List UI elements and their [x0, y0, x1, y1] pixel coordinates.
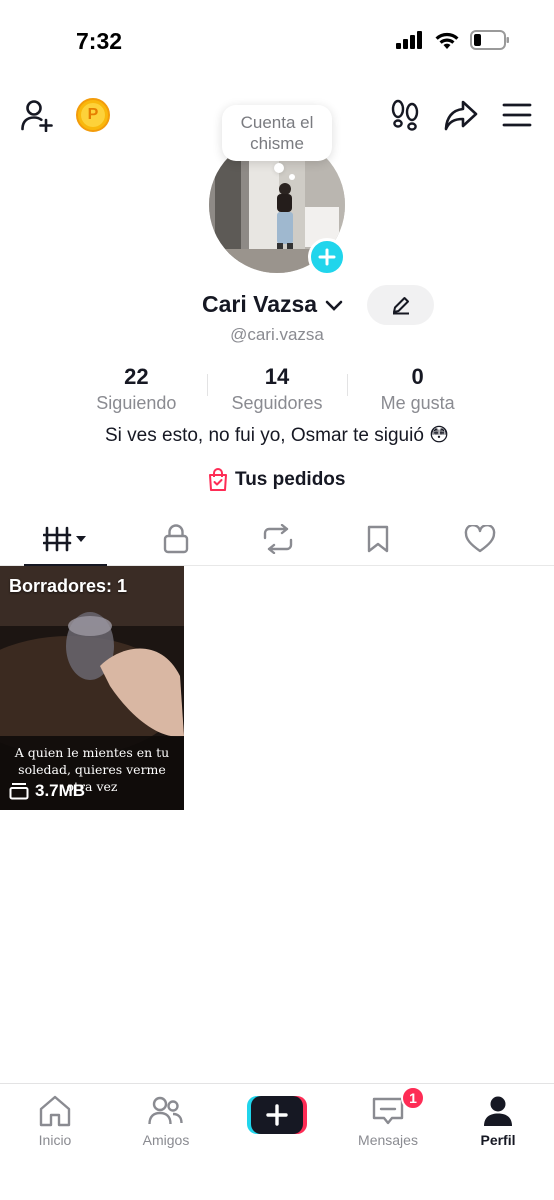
nav-label: Mensajes: [358, 1132, 418, 1148]
status-time: 7:32: [76, 28, 123, 54]
share-icon[interactable]: [441, 96, 481, 134]
stat-following[interactable]: 22 Siguiendo: [66, 364, 207, 414]
drafts-thumbnail[interactable]: Borradores: 1 A quien le mientes en tu s…: [0, 566, 184, 810]
notification-badge: 1: [401, 1086, 425, 1110]
stat-followers[interactable]: 14 Seguidores: [206, 364, 348, 414]
lock-icon: [163, 524, 189, 554]
pencil-icon: [392, 297, 409, 315]
wifi-icon: [435, 32, 459, 49]
folder-icon: [9, 783, 29, 800]
profile-note-bubble[interactable]: Cuenta el chisme: [222, 105, 332, 161]
bubble-tail-dot: [274, 163, 284, 173]
status-icons: [396, 30, 510, 50]
chevron-down-icon: [326, 300, 343, 311]
nav-label: Perfil: [480, 1132, 516, 1148]
nav-home[interactable]: Inicio: [5, 1094, 105, 1148]
plus-icon: [318, 248, 336, 266]
create-video-button[interactable]: [247, 1096, 307, 1134]
bubble-tail-dot-small: [289, 174, 295, 180]
friends-icon: [148, 1096, 183, 1125]
stat-value: 0: [411, 364, 424, 389]
profile-icon: [484, 1096, 512, 1126]
nav-profile[interactable]: Perfil: [448, 1094, 548, 1148]
draft-size-value: 3.7MB: [35, 781, 86, 800]
coins-icon[interactable]: P: [76, 98, 110, 132]
stat-label: Siguiendo: [96, 393, 177, 413]
nav-label: Inicio: [38, 1132, 72, 1148]
profile-stats: 22 Siguiendo 14 Seguidores 0 Me gusta: [66, 364, 488, 414]
edit-profile-button[interactable]: [367, 285, 434, 325]
tab-favorites[interactable]: [348, 514, 408, 564]
tab-reposts[interactable]: [248, 514, 308, 564]
profile-views-footprints-icon[interactable]: [388, 96, 422, 134]
tab-private[interactable]: [146, 514, 206, 564]
profile-tabs: [0, 514, 554, 566]
cellular-signal-icon: [396, 31, 422, 49]
inbox-icon: [372, 1097, 404, 1125]
heart-icon: [464, 525, 496, 553]
bookmark-icon: [367, 525, 389, 553]
stat-divider: [206, 374, 208, 396]
stat-label: Seguidores: [231, 393, 323, 413]
tab-videos[interactable]: [24, 514, 107, 564]
stat-divider: [347, 374, 349, 396]
display-name-switcher[interactable]: Cari Vazsa: [202, 291, 343, 318]
stat-value: 22: [124, 364, 149, 389]
profile-bio: Si ves esto, no fui yo, Osmar te siguió …: [104, 425, 449, 446]
coin-letter: P: [81, 103, 105, 127]
nav-label: Amigos: [142, 1132, 190, 1148]
your-orders-link[interactable]: Tus pedidos: [207, 468, 345, 492]
battery-icon: [470, 30, 509, 50]
orders-label: Tus pedidos: [235, 469, 346, 490]
stat-likes[interactable]: 0 Me gusta: [347, 364, 488, 414]
stat-label: Me gusta: [380, 393, 455, 413]
add-avatar-button[interactable]: [308, 238, 346, 276]
draft-size: 3.7MB: [9, 781, 85, 801]
stat-value: 14: [264, 364, 290, 389]
tab-liked[interactable]: [450, 514, 510, 564]
nav-friends[interactable]: Amigos: [116, 1094, 216, 1148]
bottom-navigation: Inicio Amigos Mensajes 1 Perfil: [0, 1083, 554, 1200]
add-friend-icon[interactable]: [18, 96, 56, 134]
repost-icon: [263, 524, 293, 554]
username-handle: @cari.vazsa: [230, 325, 324, 344]
videos-grid-icon: [42, 526, 86, 552]
drafts-count-label: Borradores: 1: [9, 576, 128, 596]
status-bar: 7:32: [0, 0, 554, 80]
name-row: Cari Vazsa: [0, 285, 554, 325]
home-icon: [39, 1095, 71, 1127]
display-name: Cari Vazsa: [202, 291, 318, 317]
shopping-bag-icon: [209, 468, 227, 491]
menu-icon[interactable]: [500, 98, 534, 132]
